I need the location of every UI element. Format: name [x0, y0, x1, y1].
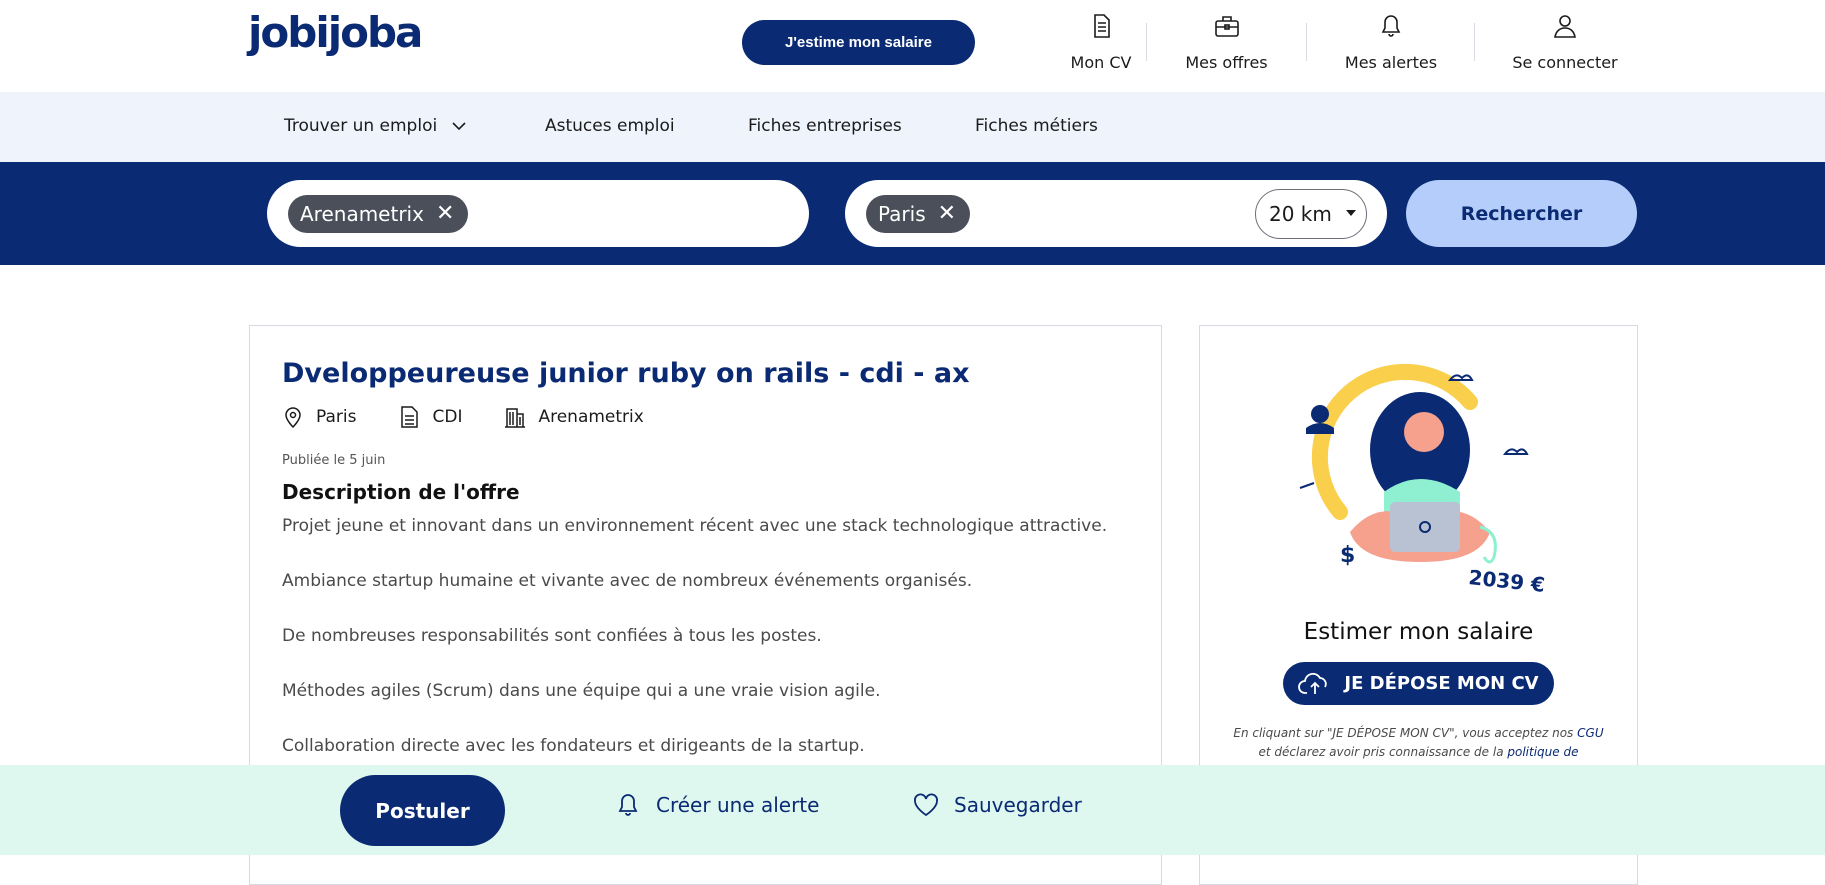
description-paragraph: De nombreuses responsabilités sont confi…	[282, 626, 822, 646]
job-contract-label: CDI	[432, 407, 463, 427]
bell-icon	[618, 794, 638, 816]
chevron-down-icon	[452, 122, 466, 131]
upload-cv-label: JE DÉPOSE MON CV	[1344, 673, 1539, 694]
description-paragraph: Collaboration directe avec les fondateur…	[282, 736, 865, 756]
description-paragraph: Projet jeune et innovant dans un environ…	[282, 516, 1108, 536]
nav-label: Mon CV	[1070, 53, 1132, 72]
chip-label: Paris	[878, 202, 926, 226]
radius-value: 20 km	[1269, 202, 1332, 226]
subnav-fiches-metiers[interactable]: Fiches métiers	[975, 116, 1098, 136]
cgu-link[interactable]: CGU	[1577, 726, 1603, 740]
job-description: Projet jeune et innovant dans un environ…	[282, 514, 1142, 789]
job-company: Arenametrix	[504, 405, 644, 429]
job-meta: Paris CDI Arenametrix	[282, 405, 686, 429]
sub-navigation: Trouver un emploi Astuces emploi Fiches …	[0, 92, 1825, 162]
search-button[interactable]: Rechercher	[1406, 180, 1637, 247]
close-icon[interactable]: ✕	[938, 203, 956, 225]
radius-select[interactable]: 20 km	[1255, 189, 1367, 239]
save-label: Sauvegarder	[954, 793, 1082, 817]
published-date: Publiée le 5 juin	[282, 453, 386, 468]
upload-cv-button[interactable]: JE DÉPOSE MON CV	[1283, 662, 1554, 705]
subnav-trouver-emploi[interactable]: Trouver un emploi	[284, 116, 467, 136]
job-location-label: Paris	[316, 407, 357, 427]
job-location: Paris	[282, 405, 356, 429]
estimate-salary-button[interactable]: J'estime mon salaire	[742, 20, 975, 65]
briefcase-icon	[1214, 16, 1239, 37]
salary-illustration: $ 2039 €	[1299, 363, 1546, 597]
bell-icon	[1381, 15, 1401, 37]
subnav-label: Astuces emploi	[545, 116, 675, 136]
nav-label: Se connecter	[1512, 53, 1618, 72]
building-icon	[505, 408, 526, 428]
job-contract: CDI	[398, 405, 462, 429]
location-chip[interactable]: Paris ✕	[866, 195, 971, 233]
legal-prefix: En cliquant sur "JE DÉPOSE MON CV", vous…	[1233, 726, 1574, 740]
job-title: Dveloppeureuse junior ruby on rails - cd…	[282, 358, 970, 389]
subnav-label: Fiches entreprises	[748, 116, 902, 136]
location-input[interactable]: Paris ✕ 20 km	[845, 180, 1387, 247]
nav-mon-cv[interactable]: Mon CV	[1046, 12, 1156, 72]
subnav-astuces-emploi[interactable]: Astuces emploi	[545, 116, 675, 136]
svg-text:$: $	[1340, 543, 1355, 568]
contract-document-icon	[401, 406, 419, 428]
nav-mes-alertes[interactable]: Mes alertes	[1338, 12, 1444, 72]
legal-mid: et déclarez avoir pris connaissance de l…	[1258, 745, 1504, 759]
nav-mes-offres[interactable]: Mes offres	[1175, 12, 1278, 72]
keyword-input[interactable]: Arenametrix ✕	[267, 180, 809, 247]
job-company-label[interactable]: Arenametrix	[538, 407, 643, 427]
document-icon	[1094, 14, 1110, 38]
jobijoba-logo[interactable]: jobijoba	[248, 8, 423, 57]
salary-amount: 2039 €	[1467, 565, 1546, 597]
search-bar: Arenametrix ✕ Paris ✕ 20 km Rechercher	[0, 162, 1825, 265]
top-header: jobijoba J'estime mon salaire Mon CV Mes…	[0, 0, 1825, 92]
nav-divider	[1306, 23, 1307, 61]
keyword-chip[interactable]: Arenametrix ✕	[288, 195, 469, 233]
subnav-fiches-entreprises[interactable]: Fiches entreprises	[748, 116, 902, 136]
description-title: Description de l'offre	[282, 480, 520, 504]
subnav-label: Fiches métiers	[975, 116, 1098, 136]
nav-se-connecter[interactable]: Se connecter	[1504, 12, 1626, 72]
nav-divider	[1474, 23, 1475, 61]
save-button[interactable]: Sauvegarder	[912, 791, 1082, 819]
bottom-action-bar: Postuler Créer une alerte Sauvegarder	[0, 765, 1825, 855]
cloud-upload-icon	[1298, 672, 1328, 694]
user-icon	[1554, 15, 1576, 38]
nav-divider	[1146, 23, 1147, 61]
apply-button[interactable]: Postuler	[340, 775, 505, 846]
map-pin-icon	[285, 407, 301, 429]
nav-label: Mes alertes	[1344, 53, 1438, 72]
create-alert-button[interactable]: Créer une alerte	[614, 791, 819, 819]
description-paragraph: Ambiance startup humaine et vivante avec…	[282, 571, 973, 591]
description-paragraph: Méthodes agiles (Scrum) dans une équipe …	[282, 681, 881, 701]
chip-label: Arenametrix	[300, 202, 424, 226]
create-alert-label: Créer une alerte	[656, 793, 820, 817]
close-icon[interactable]: ✕	[436, 203, 454, 225]
subnav-label: Trouver un emploi	[284, 116, 438, 136]
nav-label: Mes offres	[1185, 53, 1268, 72]
side-title: Estimer mon salaire	[1303, 619, 1534, 645]
caret-down-icon	[1346, 210, 1356, 216]
heart-icon	[914, 793, 938, 817]
